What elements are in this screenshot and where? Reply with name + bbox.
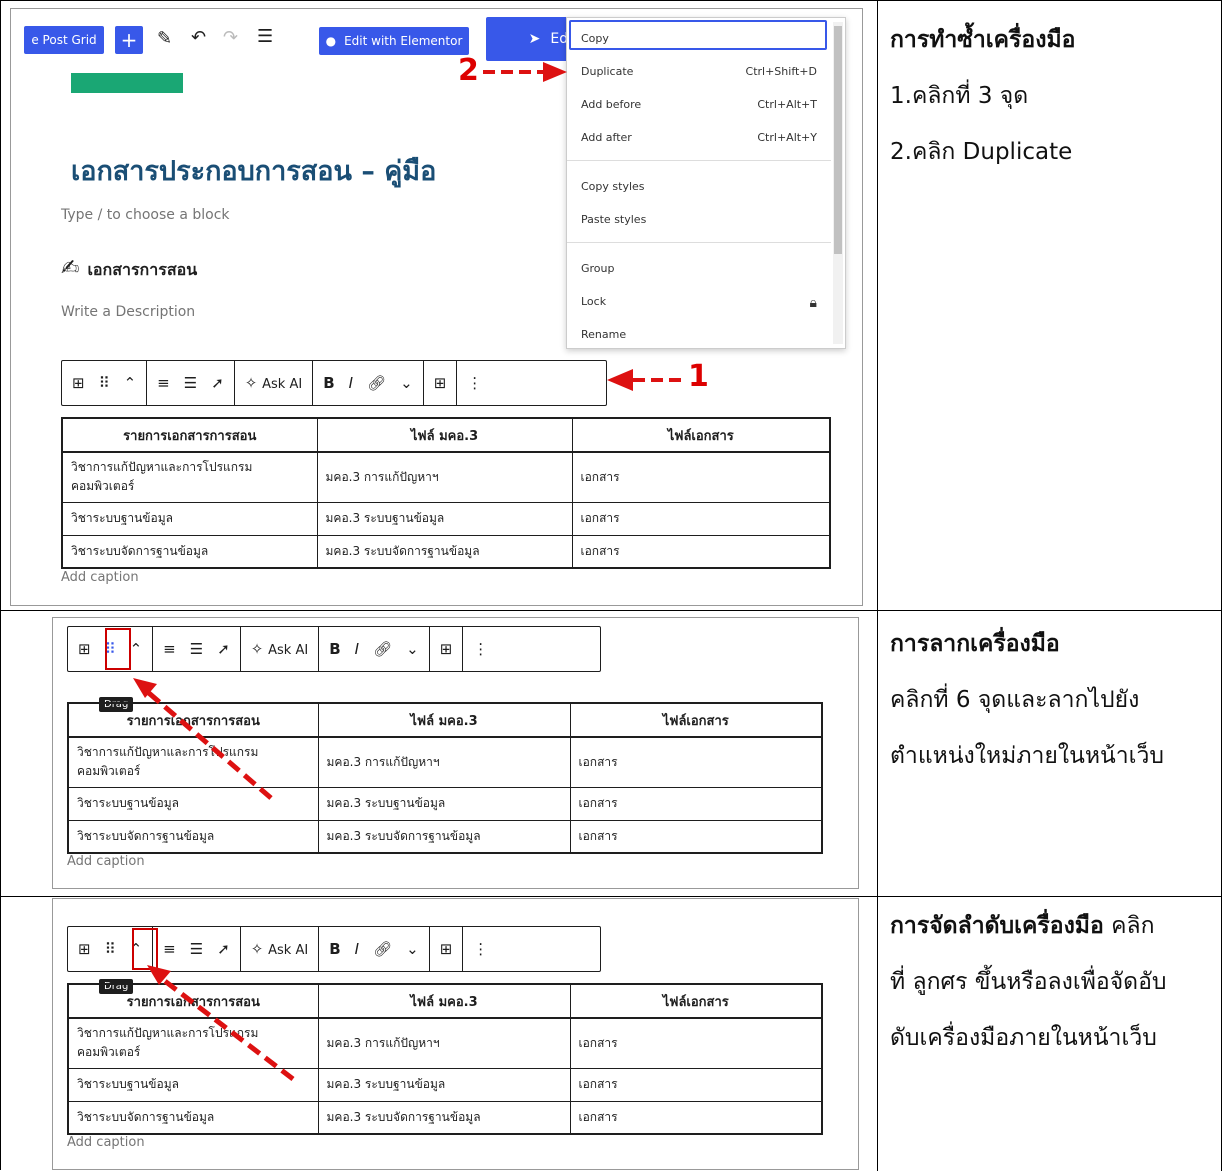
- description-duplicate: การทำซ้ำเครื่องมือ 1.คลิกที่ 3 จุด 2.คลิ…: [890, 12, 1215, 180]
- reorder-arrow: [147, 965, 295, 1081]
- step-text: 2.คลิก Duplicate: [890, 139, 1073, 165]
- arrow-head-1: [607, 369, 633, 391]
- step-text: ที่ ลูกศร ขึ้นหรือลงเพื่อจัดอับ: [890, 969, 1167, 995]
- reorder-arrow-line: [155, 973, 295, 1081]
- step-text: ตำแหน่งใหม่ภายในหน้าเว็บ: [890, 743, 1165, 769]
- step-text: คลิกที่ 6 จุดและลากไปยัง: [890, 687, 1140, 713]
- step-1-label: 1: [688, 359, 709, 394]
- description-reorder: การจัดลำดับเครื่องมือ คลิก ที่ ลูกศร ขึ้…: [890, 898, 1215, 1066]
- panel-title-tail: คลิก: [1111, 913, 1155, 939]
- drag-arrow: [133, 678, 273, 800]
- panel-title: การลากเครื่องมือ: [890, 631, 1060, 657]
- step-text: 1.คลิกที่ 3 จุด: [890, 83, 1029, 109]
- panel-title: การจัดลำดับเครื่องมือ: [890, 913, 1104, 939]
- description-drag: การลากเครื่องมือ คลิกที่ 6 จุดและลากไปยั…: [890, 616, 1215, 784]
- column-divider: [877, 1, 878, 1171]
- step-2-label: 2: [458, 53, 479, 88]
- drag-arrow-line: [141, 686, 273, 800]
- step-text: ดับเครื่องมือภายในหน้าเว็บ: [890, 1025, 1157, 1051]
- arrow-head-2: [543, 62, 567, 82]
- screenshot-duplicate: e Post Grid + ✎ ↶ ↷ ☰ ● Edit with Element…: [10, 8, 863, 606]
- annotation-arrows: [483, 62, 683, 391]
- panel-title: การทำซ้ำเครื่องมือ: [890, 27, 1076, 53]
- screenshot-reorder: ⊞ ⠿ ⌃ ≡ ☰ ➚ ✧ Ask AI B I 🔗︎ ⌄ ⊞ ⋮ Drag ร…: [52, 898, 859, 1170]
- panel-title-line: การจัดลำดับเครื่องมือ คลิก: [890, 898, 1215, 954]
- screenshot-drag: ⊞ ⠿ ⌃ ≡ ☰ ➚ ✧ Ask AI B I 🔗︎ ⌄ ⊞ ⋮ Drag ร…: [52, 617, 859, 889]
